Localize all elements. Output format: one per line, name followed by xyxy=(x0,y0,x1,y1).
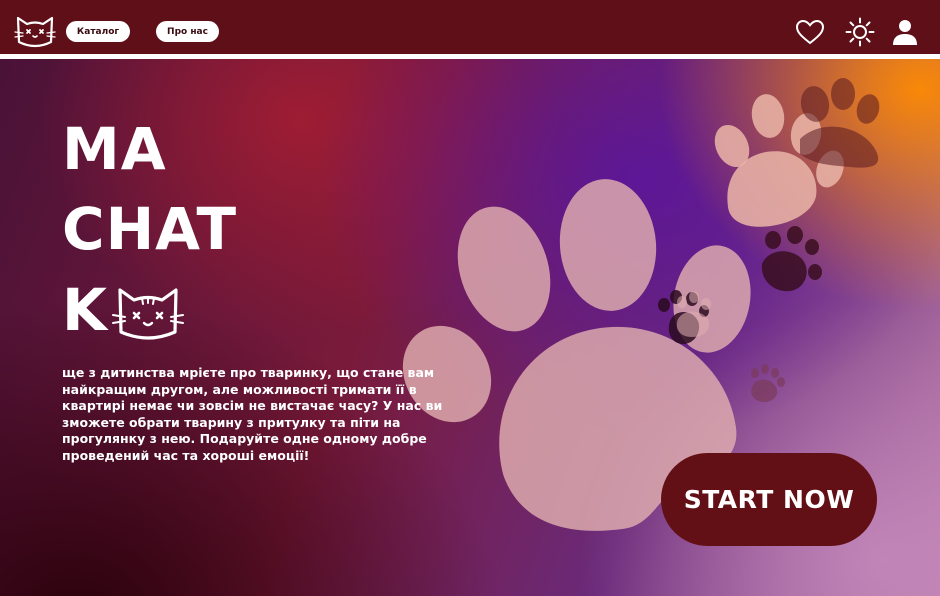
start-now-button[interactable]: START NOW xyxy=(661,453,877,546)
paw-icon xyxy=(761,226,822,292)
nav-catalog-button[interactable]: Каталог xyxy=(66,21,130,42)
page: Каталог Про нас MA CHAT K ще з дитинства… xyxy=(0,0,940,596)
account-button[interactable] xyxy=(889,16,921,48)
hero-title-line-2: CHAT xyxy=(62,195,238,263)
cat-face-icon xyxy=(112,288,184,340)
paw-icon xyxy=(751,364,785,402)
sun-icon xyxy=(845,17,875,47)
hero-section: MA CHAT K ще з дитинства мрієте про твар… xyxy=(0,59,940,596)
nav-about-button[interactable]: Про нас xyxy=(156,21,219,42)
heart-icon xyxy=(795,19,825,45)
hero-description: ще з дитинства мрієте про тваринку, що с… xyxy=(62,365,443,463)
theme-toggle-button[interactable] xyxy=(844,16,876,48)
top-bar: Каталог Про нас xyxy=(0,0,940,54)
hero-title-line-3: K xyxy=(62,276,108,344)
hero-title-line-1: MA xyxy=(62,115,167,183)
user-icon xyxy=(893,20,917,45)
favorites-button[interactable] xyxy=(794,16,826,48)
cat-face-icon[interactable] xyxy=(13,12,57,48)
